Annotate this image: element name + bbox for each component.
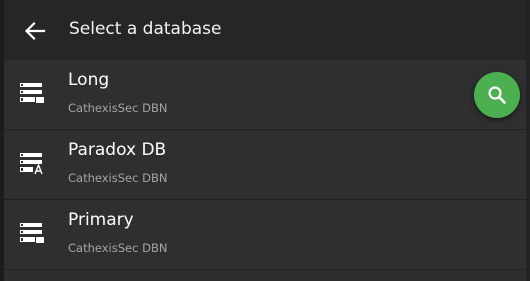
- database-subtitle: CathexisSec DBN: [68, 101, 168, 115]
- database-row-long[interactable]: Long CathexisSec DBN: [4, 60, 526, 130]
- arrow-left-icon: [24, 21, 46, 41]
- back-button[interactable]: [22, 18, 48, 44]
- database-subtitle: CathexisSec DBN: [68, 241, 168, 255]
- database-name: Paradox DB: [68, 140, 167, 160]
- database-server-icon: [20, 83, 44, 103]
- page-title: Select a database: [69, 19, 222, 39]
- database-name: Primary: [68, 210, 134, 230]
- search-icon: [488, 86, 506, 104]
- database-row-primary[interactable]: Primary CathexisSec DBN: [4, 200, 526, 270]
- database-row-paradox-db[interactable]: Paradox DB CathexisSec DBN: [4, 130, 526, 200]
- database-subtitle: CathexisSec DBN: [68, 171, 168, 185]
- database-server-a-icon: [20, 153, 43, 175]
- search-button[interactable]: [474, 72, 520, 118]
- database-list: Long CathexisSec DBN Paradox DB Cathexis…: [4, 60, 526, 270]
- database-server-icon: [20, 223, 44, 243]
- right-edge: [526, 0, 530, 281]
- app-bar: Select a database: [4, 0, 526, 60]
- database-name: Long: [68, 70, 110, 90]
